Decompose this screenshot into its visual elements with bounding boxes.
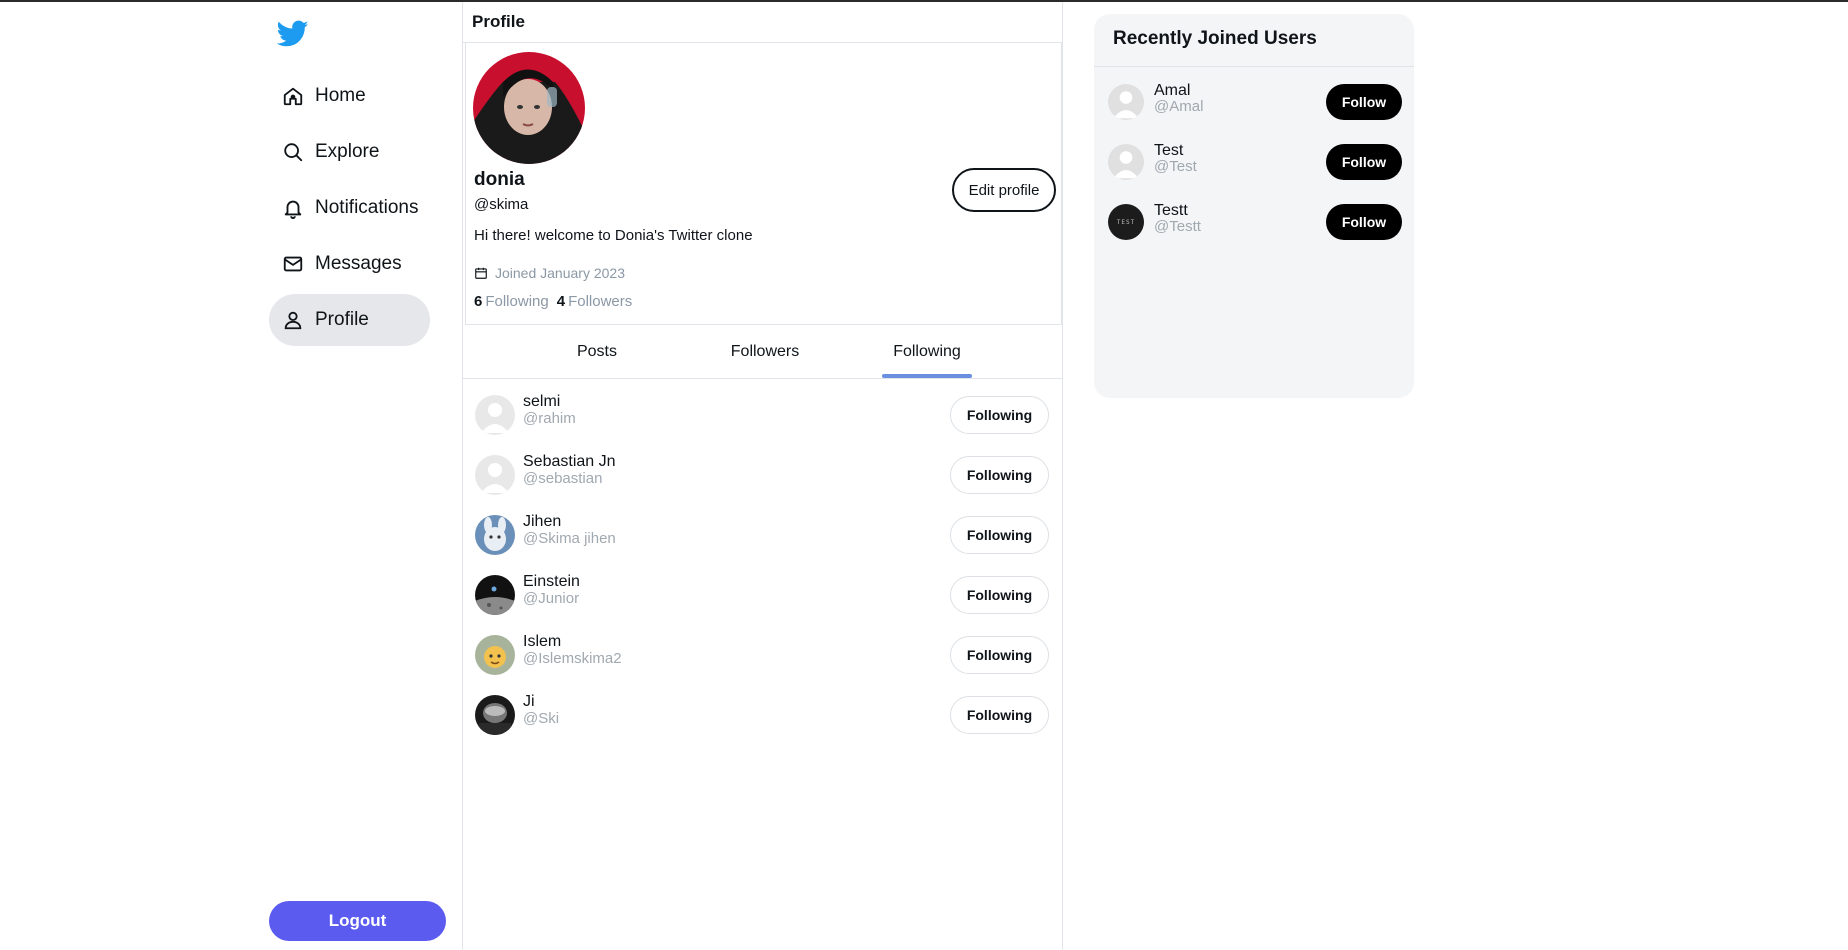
profile-avatar[interactable] <box>473 52 585 164</box>
profile-handle: @skima <box>474 196 529 213</box>
suggested-user[interactable]: Amal @Amal Follow <box>1094 74 1414 134</box>
followers-stat-label: Followers <box>568 293 633 310</box>
suggested-user[interactable]: Test @Test Follow <box>1094 134 1414 194</box>
following-count: 6 <box>474 293 483 310</box>
following-button[interactable]: Following <box>950 516 1049 554</box>
search-icon <box>281 140 305 164</box>
list-item[interactable]: Sebastian Jn @sebastian Following <box>463 439 1063 499</box>
user-handle: @Amal <box>1154 98 1204 115</box>
tab-following[interactable]: Following <box>882 325 972 378</box>
user-avatar <box>475 455 515 495</box>
suggested-user[interactable]: TEST Testt @Testt Follow <box>1094 194 1414 254</box>
user-handle: @sebastian <box>523 470 603 487</box>
following-stat-label: Following <box>485 293 549 310</box>
user-avatar <box>475 515 515 555</box>
nav-home-label: Home <box>315 85 366 106</box>
user-avatar <box>475 395 515 435</box>
following-button[interactable]: Following <box>950 456 1049 494</box>
profile-stats: 6 Following 4 Followers <box>474 293 632 310</box>
list-item[interactable]: Islem @Islemskima2 Following <box>463 619 1063 679</box>
main-column: Profile donia @skima Hi there! welcome t… <box>462 2 1063 950</box>
user-avatar: TEST <box>1108 204 1144 240</box>
nav-profile[interactable]: Profile <box>269 294 430 346</box>
avatar-text: TEST <box>1116 218 1136 226</box>
list-item[interactable]: selmi @rahim Following <box>463 379 1063 439</box>
user-handle: @Ski <box>523 710 560 727</box>
user-name: Jihen <box>523 513 562 530</box>
user-avatar <box>475 695 515 735</box>
sidebar: Home Explore Notifications Messages Prof… <box>0 0 462 950</box>
user-name: Ji <box>523 693 535 710</box>
calendar-icon <box>474 266 488 280</box>
followers-count: 4 <box>556 293 566 310</box>
profile-card: donia @skima Hi there! welcome to Donia'… <box>465 43 1062 325</box>
recently-joined-title: Recently Joined Users <box>1113 28 1317 49</box>
following-button[interactable]: Following <box>950 576 1049 614</box>
logout-button[interactable]: Logout <box>269 901 446 941</box>
profile-joined: Joined January 2023 <box>474 265 625 281</box>
user-icon <box>281 308 305 332</box>
user-handle: @rahim <box>523 410 576 427</box>
nav-profile-label: Profile <box>315 309 369 330</box>
home-icon <box>281 84 305 108</box>
user-avatar <box>1108 144 1144 180</box>
tab-posts[interactable]: Posts <box>563 325 631 378</box>
user-handle: @Skima jihen <box>523 530 616 547</box>
nav-messages-label: Messages <box>315 253 402 274</box>
user-name: Sebastian Jn <box>523 453 616 470</box>
user-avatar <box>475 575 515 615</box>
nav-messages[interactable]: Messages <box>269 238 402 290</box>
user-handle: @Islemskima2 <box>523 650 622 667</box>
nav-explore[interactable]: Explore <box>269 126 379 178</box>
main-header: Profile <box>463 2 1062 43</box>
nav-explore-label: Explore <box>315 141 380 162</box>
mail-icon <box>281 252 305 276</box>
list-item[interactable]: Einstein @Junior Following <box>463 559 1063 619</box>
user-handle: @Junior <box>523 590 580 607</box>
user-avatar <box>475 635 515 675</box>
follow-button[interactable]: Follow <box>1326 84 1402 120</box>
user-handle: @Test <box>1154 158 1197 175</box>
page-title: Profile <box>472 12 525 31</box>
follow-button[interactable]: Follow <box>1326 144 1402 180</box>
following-button[interactable]: Following <box>950 636 1049 674</box>
followers-stat[interactable]: 4 Followers <box>557 293 633 310</box>
edit-profile-button[interactable]: Edit profile <box>952 168 1056 212</box>
tab-followers[interactable]: Followers <box>713 325 817 378</box>
following-stat[interactable]: 6 Following <box>474 293 549 310</box>
profile-joined-text: Joined January 2023 <box>495 265 625 281</box>
user-name: Islem <box>523 633 562 650</box>
nav-notifications[interactable]: Notifications <box>269 182 419 234</box>
follow-button[interactable]: Follow <box>1326 204 1402 240</box>
bell-icon <box>281 196 305 220</box>
user-name: Einstein <box>523 573 580 590</box>
following-button[interactable]: Following <box>950 396 1049 434</box>
profile-tabs: Posts Followers Following <box>463 325 1062 379</box>
following-button[interactable]: Following <box>950 696 1049 734</box>
twitter-logo-icon[interactable] <box>276 20 309 48</box>
list-item[interactable]: Ji @Ski Following <box>463 679 1063 739</box>
divider <box>1094 66 1414 67</box>
user-name: selmi <box>523 393 561 410</box>
profile-bio: Hi there! welcome to Donia's Twitter clo… <box>474 227 753 244</box>
nav-notifications-label: Notifications <box>315 197 419 218</box>
user-handle: @Testt <box>1154 218 1201 235</box>
recently-joined-panel: Recently Joined Users Amal @Amal Follow … <box>1094 14 1414 398</box>
nav-home[interactable]: Home <box>269 70 366 122</box>
user-avatar <box>1108 84 1144 120</box>
profile-display-name: donia <box>474 169 525 190</box>
list-item[interactable]: Jihen @Skima jihen Following <box>463 499 1063 559</box>
